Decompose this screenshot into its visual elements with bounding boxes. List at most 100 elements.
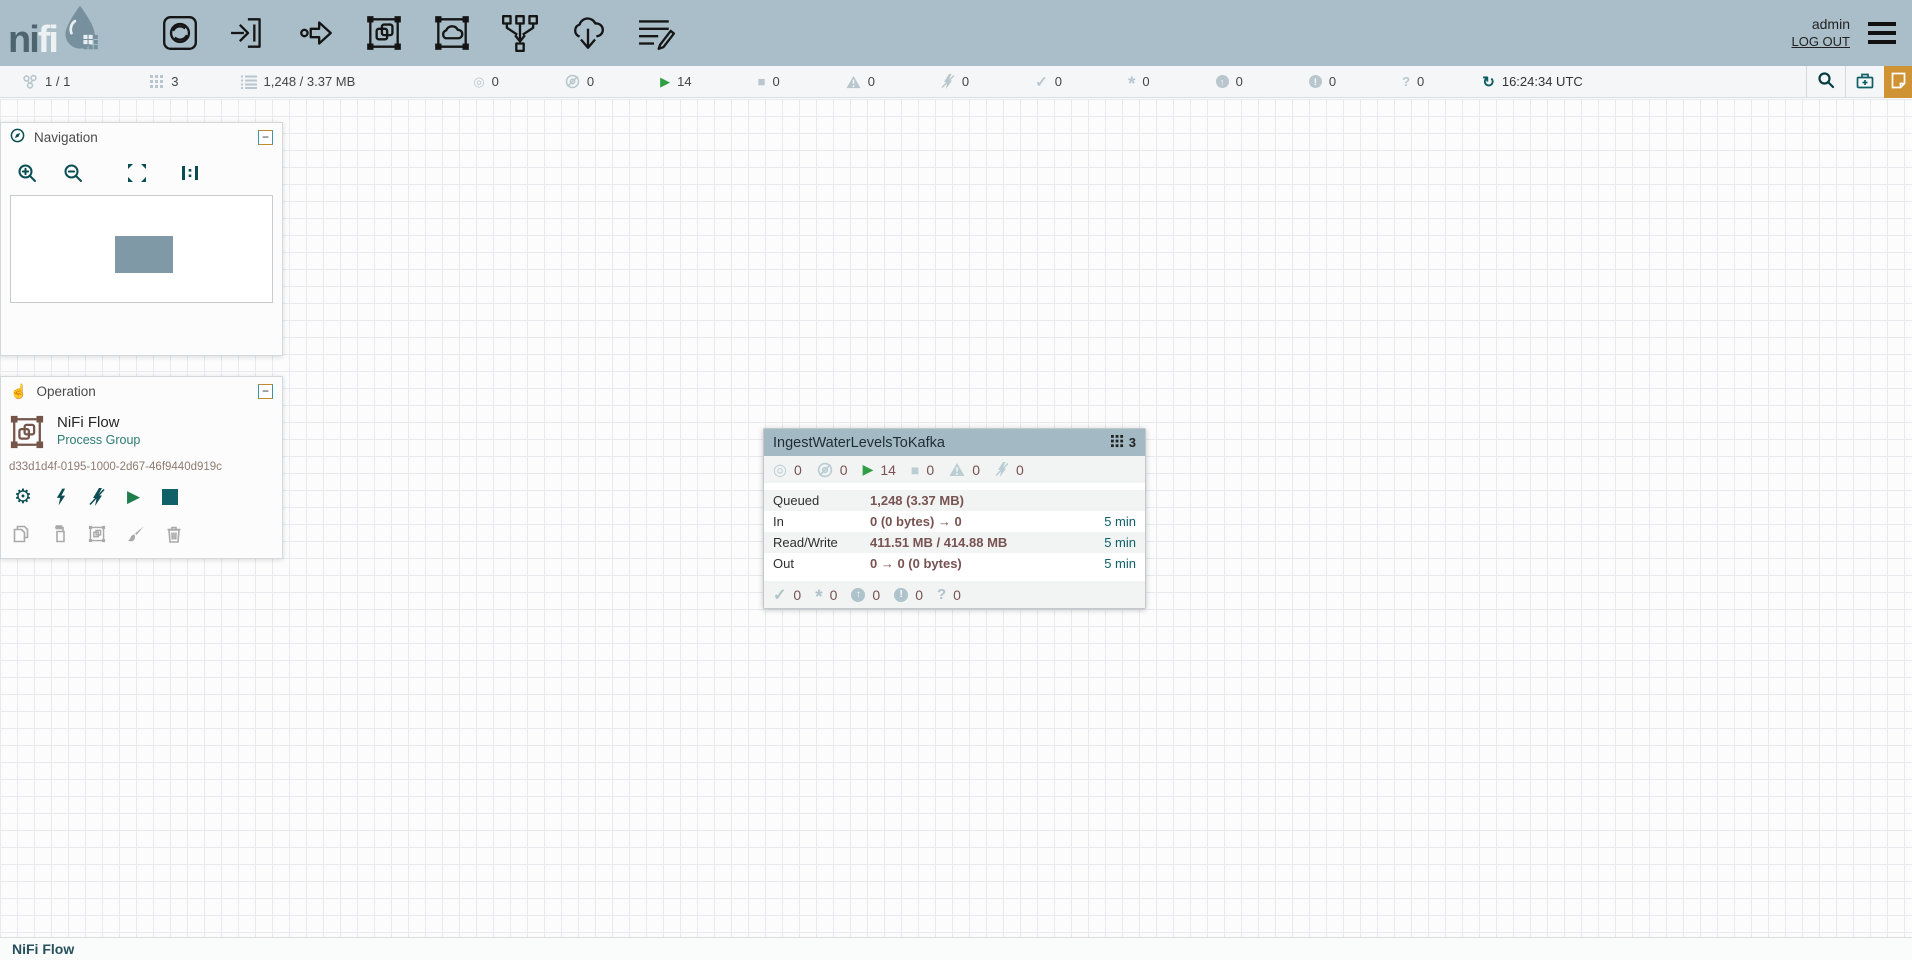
locally-modified-count: 0 <box>1142 74 1149 89</box>
paste-button[interactable] <box>51 525 67 543</box>
disable-button[interactable] <box>89 488 105 506</box>
process-group-badge: 3 <box>1111 435 1136 451</box>
disabled-icon <box>995 462 1009 477</box>
threads-grid-icon <box>150 75 164 89</box>
logo-text-ni: ni <box>8 23 38 57</box>
settings-button[interactable] <box>1846 66 1884 98</box>
transmitting-icon: ◎ <box>473 74 484 90</box>
spacer <box>764 483 1145 490</box>
label-icon[interactable] <box>635 12 677 54</box>
enable-button[interactable] <box>54 488 67 506</box>
pg-stopped-count: 0 <box>926 462 934 478</box>
breadcrumb-current[interactable]: NiFi Flow <box>12 941 74 957</box>
stop-button[interactable] <box>162 489 178 505</box>
app-header: nifi <box>0 0 1912 66</box>
hand-pointer-icon: ☝ <box>10 383 27 400</box>
running-icon: ▶ <box>660 74 670 90</box>
locally-modified-stale-icon: ! <box>1309 75 1322 88</box>
locally-modified-stale-icon: ! <box>894 588 908 602</box>
search-button[interactable] <box>1807 66 1845 98</box>
stale-icon: ↑ <box>851 588 865 602</box>
compass-icon <box>10 128 25 146</box>
nifi-app: nifi <box>0 0 1912 960</box>
pg-running: ▶ 14 <box>863 461 896 478</box>
process-group-icon[interactable] <box>363 12 405 54</box>
operation-panel: ☝ Operation − NiFi Flow Process <box>0 376 283 559</box>
invalid-icon <box>949 462 965 477</box>
funnel-icon[interactable] <box>499 12 541 54</box>
component-toolbar <box>159 12 677 54</box>
status-not-transmitting: 0 <box>565 74 594 89</box>
locally-modified-icon: * <box>1128 80 1135 90</box>
invalid-icon <box>846 75 861 89</box>
status-locally-modified-stale: ! 0 <box>1309 74 1336 89</box>
status-transmitting: ◎ 0 <box>473 74 499 90</box>
template-icon[interactable] <box>567 12 609 54</box>
birdseye-minimap[interactable] <box>10 195 273 303</box>
operation-panel-header: ☝ Operation − <box>1 377 282 405</box>
zoom-in-icon[interactable] <box>17 163 37 183</box>
status-stopped: ■ 0 <box>758 74 780 89</box>
status-last-refresh: ↻ 16:24:34 UTC <box>1482 73 1583 91</box>
operation-buttons-primary: ⚙ ▶ <box>1 473 282 507</box>
global-menu-icon[interactable] <box>1868 17 1896 49</box>
color-brush-button[interactable] <box>127 525 145 543</box>
refresh-icon[interactable]: ↻ <box>1482 73 1495 91</box>
input-port-icon[interactable] <box>227 12 269 54</box>
pg-up-to-date-count: 0 <box>793 587 801 603</box>
pg-locally-modified-stale: ! 0 <box>894 587 923 603</box>
navigation-panel-title: Navigation <box>34 130 98 145</box>
up-to-date-count: 0 <box>1055 74 1062 89</box>
status-running: ▶ 14 <box>660 74 691 90</box>
pg-disabled: 0 <box>995 462 1024 478</box>
process-group-component[interactable]: IngestWaterLevelsToKafka 3 ◎ 0 <box>763 428 1146 609</box>
minimap-footer <box>1 303 282 355</box>
stopped-icon: ■ <box>758 74 766 89</box>
logout-link[interactable]: LOG OUT <box>1791 33 1850 50</box>
nifi-droplet-icon <box>57 4 101 57</box>
not-transmitting-icon <box>565 74 580 89</box>
pg-sync-failure: ? 0 <box>937 586 961 603</box>
logo-text-fi: fi <box>38 23 57 57</box>
stopped-icon: ■ <box>911 462 919 478</box>
configure-button[interactable]: ⚙ <box>14 488 32 506</box>
pg-invalid: 0 <box>949 462 980 478</box>
account-block: admin LOG OUT <box>1791 16 1850 50</box>
zoom-out-icon[interactable] <box>63 163 83 183</box>
status-queued: 1,248 / 3.37 MB <box>241 74 356 89</box>
status-connected-nodes: 1 / 1 <box>22 74 70 90</box>
selected-component-name: NiFi Flow <box>57 414 140 431</box>
pg-not-transmitting: 0 <box>817 462 848 478</box>
collapse-operation-button[interactable]: − <box>258 384 273 399</box>
pg-not-transmitting-count: 0 <box>840 462 848 478</box>
selected-component-info: NiFi Flow Process Group <box>1 405 282 455</box>
remote-process-group-icon[interactable] <box>431 12 473 54</box>
start-button[interactable]: ▶ <box>127 487 140 507</box>
pg-sync-failure-count: 0 <box>953 587 961 603</box>
zoom-fit-icon[interactable] <box>127 163 147 183</box>
copy-button[interactable] <box>12 525 30 543</box>
status-locally-modified: * 0 <box>1128 74 1150 89</box>
delete-button[interactable] <box>166 525 182 543</box>
pg-disabled-count: 0 <box>1016 462 1024 478</box>
sync-failure-count: 0 <box>1417 74 1424 89</box>
last-refresh-time: 16:24:34 UTC <box>1502 74 1583 89</box>
queued-count: 1,248 / 3.37 MB <box>264 74 356 89</box>
selected-component-type: Process Group <box>57 433 140 447</box>
output-port-icon[interactable] <box>295 12 337 54</box>
processor-icon[interactable] <box>159 12 201 54</box>
status-invalid: 0 <box>846 74 875 89</box>
minimap-component-rect[interactable] <box>115 236 173 273</box>
collapse-navigation-button[interactable]: − <box>258 130 273 145</box>
sync-failure-icon: ? <box>937 586 946 603</box>
disabled-count: 0 <box>962 74 969 89</box>
zoom-actual-size-icon[interactable] <box>181 163 199 183</box>
global-status-bar: 1 / 1 3 1,248 / 3.37 MB <box>0 66 1912 98</box>
group-button[interactable] <box>88 525 106 543</box>
pg-locally-modified: * 0 <box>815 587 837 603</box>
process-group-frame-icon <box>9 414 45 455</box>
queued-list-icon <box>241 75 257 89</box>
stat-value: 0 (0 bytes) → 0 <box>870 514 1104 529</box>
bulletin-board-button[interactable] <box>1884 66 1912 98</box>
pg-up-to-date: ✓ 0 <box>773 585 801 605</box>
